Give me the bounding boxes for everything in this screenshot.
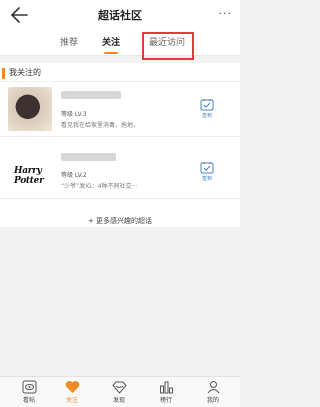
back-arrow-icon[interactable]	[8, 5, 30, 25]
profile-icon	[207, 381, 219, 394]
list-item[interactable]: 等级 LV.3 看见我在给家里消毒，拖地， 签到	[0, 82, 240, 137]
level-text: 等级 LV.3	[61, 111, 87, 118]
ranking-icon	[159, 381, 173, 394]
calendar-check-icon	[200, 162, 214, 174]
section-header: 我关注的	[0, 64, 240, 82]
signin-button[interactable]: 签到	[196, 98, 218, 119]
redacted-name	[61, 153, 116, 161]
tab-following[interactable]: 关注	[102, 35, 120, 48]
nav-label: 看帖	[22, 397, 35, 404]
nav-label: 关注	[65, 397, 78, 404]
nav-label: 我的	[206, 397, 219, 404]
calendar-check-icon	[200, 99, 214, 111]
latest-post-text: “少爷”发IG：4种不同社交···	[61, 183, 138, 190]
highlight-box	[142, 32, 194, 60]
tab-bar: 推荐 关注 最近访问	[0, 30, 240, 56]
more-topics-link[interactable]: + 更多感兴趣的超话	[0, 208, 240, 227]
nav-profile[interactable]: 我的	[198, 380, 228, 404]
harry-potter-logo-text: Harry Potter	[14, 166, 44, 186]
heart-icon	[65, 381, 79, 393]
diamond-icon	[111, 381, 127, 394]
section-title: 我关注的	[9, 68, 41, 77]
section-accent-bar	[2, 68, 5, 79]
page-title: 超话社区	[98, 9, 142, 22]
redacted-name	[61, 91, 121, 99]
nav-label: 榜行	[159, 397, 172, 404]
nav-discover[interactable]: 发现	[104, 380, 134, 404]
more-topics-label: + 更多感兴趣的超话	[87, 217, 153, 225]
latest-post-text: 看见我在给家里消毒，拖地，	[61, 122, 140, 129]
top-bar: 超话社区 ···	[0, 0, 240, 30]
bottom-nav: 看帖 关注 发现 榜行 我的	[0, 376, 240, 407]
level-text: 等级 LV.2	[61, 172, 87, 179]
tab-recommend[interactable]: 推荐	[60, 35, 78, 48]
signin-label: 签到	[201, 113, 212, 119]
signin-label: 签到	[201, 176, 212, 182]
more-icon[interactable]: ···	[219, 7, 233, 20]
active-tab-indicator	[104, 52, 118, 54]
list-item[interactable]: Harry Potter 等级 LV.2 “少爷”发IG：4种不同社交··· 签…	[0, 144, 240, 199]
nav-following[interactable]: 关注	[57, 380, 87, 404]
avatar-harry-potter-logo: Harry Potter	[8, 149, 52, 193]
signin-button[interactable]: 签到	[196, 161, 218, 182]
nav-ranking[interactable]: 榜行	[151, 380, 181, 404]
nav-label: 发现	[112, 397, 125, 404]
avatar-cat-image	[8, 87, 52, 131]
eye-icon	[22, 380, 36, 394]
nav-posts[interactable]: 看帖	[14, 380, 44, 404]
